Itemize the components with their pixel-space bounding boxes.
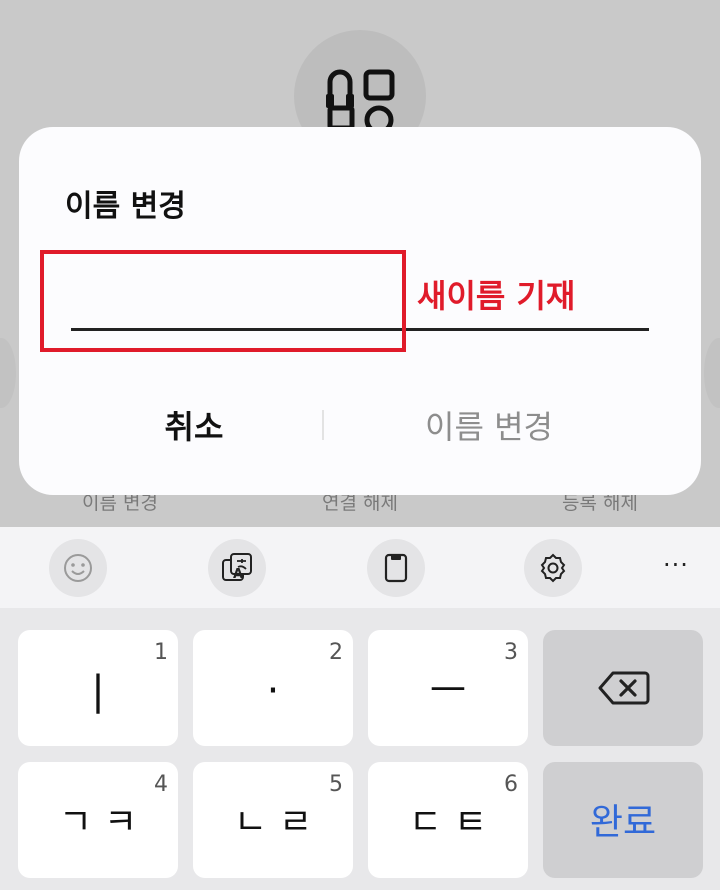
key-number: 3 <box>504 640 518 665</box>
key-label: | <box>91 668 105 714</box>
left-arrow-shape <box>0 338 16 408</box>
emoji-icon <box>64 554 92 582</box>
rename-dialog: 이름 변경 새이름 기재 취소 이름 변경 <box>19 127 701 495</box>
backspace-key[interactable] <box>543 630 703 746</box>
korean-keypad: 1 | 2 · 3 ㅡ 4 ㄱㅋ 5 ㄴㄹ 6 ㄷㅌ 완료 <box>0 608 720 890</box>
backspace-icon <box>598 671 650 705</box>
cancel-button[interactable]: 취소 <box>119 397 269 457</box>
key-number: 4 <box>154 772 168 797</box>
clipboard-button[interactable] <box>367 539 425 597</box>
key-2[interactable]: 2 · <box>193 630 353 746</box>
key-label: ㅡ <box>429 668 467 714</box>
key-number: 2 <box>329 640 343 665</box>
more-icon[interactable]: ··· <box>660 553 692 577</box>
confirm-rename-button[interactable]: 이름 변경 <box>389 397 589 457</box>
key-label: ㄷㅌ <box>408 802 500 843</box>
right-arrow-shape <box>704 338 720 408</box>
key-label: · <box>266 668 280 714</box>
key-number: 5 <box>329 772 343 797</box>
highlight-box <box>40 250 406 352</box>
device-group-icon <box>326 69 395 128</box>
done-key[interactable]: 완료 <box>543 762 703 878</box>
key-number: 6 <box>504 772 518 797</box>
annotation-label: 새이름 기재 <box>417 277 576 315</box>
key-6[interactable]: 6 ㄷㅌ <box>368 762 528 878</box>
translate-icon: A <box>222 553 252 582</box>
key-number: 1 <box>154 640 168 665</box>
key-label: ㄱㅋ <box>58 802 150 843</box>
keyboard-toolbar: A ··· <box>0 527 720 608</box>
clipboard-icon <box>384 553 408 583</box>
translate-button[interactable]: A <box>208 539 266 597</box>
svg-text:A: A <box>233 567 243 582</box>
settings-button[interactable] <box>524 539 582 597</box>
key-5[interactable]: 5 ㄴㄹ <box>193 762 353 878</box>
key-4[interactable]: 4 ㄱㅋ <box>18 762 178 878</box>
key-3[interactable]: 3 ㅡ <box>368 630 528 746</box>
button-divider <box>322 410 324 440</box>
emoji-button[interactable] <box>49 539 107 597</box>
key-label: ㄴㄹ <box>233 802 325 843</box>
settings-icon <box>540 553 566 583</box>
dialog-title: 이름 변경 <box>65 189 186 224</box>
key-1[interactable]: 1 | <box>18 630 178 746</box>
done-label: 완료 <box>589 802 657 843</box>
